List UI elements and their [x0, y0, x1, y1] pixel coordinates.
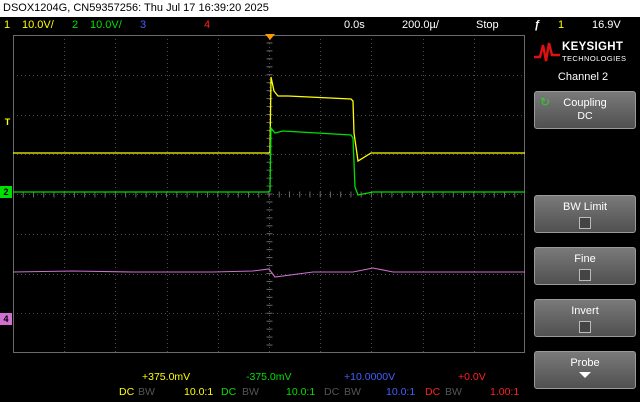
- fine-checkbox[interactable]: [579, 269, 591, 281]
- coupling-value: DC: [577, 110, 593, 122]
- ch2-ground-marker[interactable]: 2: [0, 186, 12, 198]
- keysight-logo: KEYSIGHT TECHNOLOGIES: [534, 39, 638, 65]
- ch3-coupling: DC: [324, 386, 340, 398]
- keysight-wave-icon: [534, 42, 560, 62]
- waveform-graticule: [12, 34, 526, 354]
- ch1-probe: 10.0:1: [184, 386, 214, 398]
- instrument-title: DSOX1204G, CN59357256: Thu Jul 17 16:39:…: [3, 2, 269, 14]
- invert-label: Invert: [571, 305, 599, 317]
- ch1-scale[interactable]: 10.0V/: [22, 17, 54, 34]
- ch2-scale[interactable]: 10.0V/: [90, 17, 122, 34]
- channel-info-bar: +375.0mV -375.0mV +10.0000V +0.0V DC BW …: [0, 369, 526, 402]
- time-delay[interactable]: 0.0s: [344, 17, 365, 34]
- trigger-position-marker[interactable]: [265, 34, 275, 40]
- ch2-offset[interactable]: -375.0mV: [246, 371, 292, 383]
- ch2-number[interactable]: 2: [72, 17, 78, 34]
- ch4-ground-marker[interactable]: 4: [0, 313, 12, 325]
- coupling-softkey[interactable]: ↻ Coupling DC: [534, 91, 636, 129]
- ch3-bw: BW: [344, 386, 361, 398]
- probe-softkey[interactable]: Probe: [534, 351, 636, 389]
- trigger-level-marker[interactable]: T: [3, 116, 12, 128]
- ch2-coupling: DC: [221, 386, 237, 398]
- ch1-offset[interactable]: +375.0mV: [142, 371, 190, 383]
- ch1-coupling: DC: [119, 386, 135, 398]
- more-arrow-icon: [579, 372, 591, 378]
- bw-limit-label: BW Limit: [563, 201, 607, 213]
- ch3-number[interactable]: 3: [140, 17, 146, 34]
- invert-checkbox[interactable]: [579, 321, 591, 333]
- ch4-bw: BW: [445, 386, 462, 398]
- brand-subtitle: TECHNOLOGIES: [562, 54, 627, 63]
- ch4-offset[interactable]: +0.0V: [458, 371, 486, 383]
- fine-softkey[interactable]: Fine: [534, 247, 636, 285]
- fine-label: Fine: [574, 253, 596, 265]
- waveform-display[interactable]: [12, 34, 526, 354]
- menu-title: Channel 2: [557, 71, 609, 83]
- status-bar: 1 10.0V/ 2 10.0V/ 3 4 0.0s 200.0µ/ Stop …: [0, 17, 640, 34]
- bw-limit-softkey[interactable]: BW Limit: [534, 195, 636, 233]
- ch3-offset[interactable]: +10.0000V: [344, 371, 395, 383]
- brand-name: KEYSIGHT: [562, 41, 624, 53]
- trigger-level[interactable]: 16.9V: [592, 17, 621, 34]
- bw-limit-checkbox[interactable]: [579, 217, 591, 229]
- ch2-bw: BW: [242, 386, 259, 398]
- rotate-knob-icon: ↻: [540, 95, 551, 109]
- ch4-number[interactable]: 4: [204, 17, 210, 34]
- ch1-number[interactable]: 1: [4, 17, 10, 34]
- ch4-coupling: DC: [425, 386, 441, 398]
- probe-label: Probe: [570, 357, 600, 369]
- softkey-panel: KEYSIGHT TECHNOLOGIES Channel 2 ↻ Coupli…: [526, 35, 640, 402]
- title-bar: DSOX1204G, CN59357256: Thu Jul 17 16:39:…: [0, 0, 640, 17]
- ch1-bw: BW: [138, 386, 155, 398]
- trigger-channel[interactable]: 1: [558, 17, 564, 34]
- invert-softkey[interactable]: Invert: [534, 299, 636, 337]
- ch4-probe: 1.00:1: [490, 386, 520, 398]
- ch3-probe: 10.0:1: [386, 386, 416, 398]
- trigger-edge-icon: ƒ: [534, 19, 541, 31]
- run-state[interactable]: Stop: [476, 17, 499, 34]
- ch2-probe: 10.0:1: [286, 386, 316, 398]
- time-scale[interactable]: 200.0µ/: [402, 17, 439, 34]
